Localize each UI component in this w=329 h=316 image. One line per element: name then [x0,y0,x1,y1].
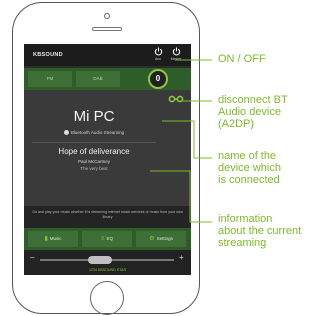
annotation-disconnect-line1: disconnect BT [218,94,288,106]
annotation-info: information about the current streaming [218,213,301,249]
annotation-disconnect: disconnect BT Audio device (A2DP) [218,94,288,130]
annotation-device-line2: device which [218,162,281,174]
annotation-info-line1: information [218,213,273,225]
annotation-info-line3: streaming [218,237,267,249]
annotation-info-line2: about the current [218,225,302,237]
annotation-device-line1: name of the [218,150,277,162]
annotation-device-line3: is connected [218,174,280,186]
annotation-device: name of the device which is connected [218,150,281,186]
annotation-on-off: ON / OFF [218,53,266,65]
annotation-disconnect-line2: Audio device [218,106,281,118]
annotation-disconnect-line3: (A2DP) [218,118,255,130]
annotation-on-off-text: ON / OFF [218,53,266,65]
